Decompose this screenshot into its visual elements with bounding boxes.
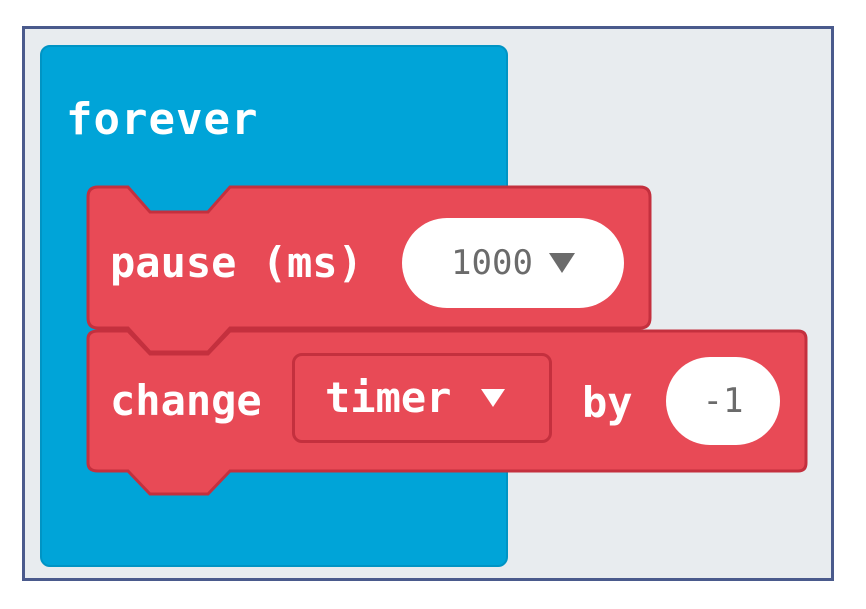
change-label: change [110,376,262,425]
triangle-down-icon [548,253,575,273]
change-amount-value: -1 [702,381,744,421]
change-amount-input[interactable]: -1 [666,357,780,445]
pause-duration-dropdown[interactable]: 1000 [402,218,624,308]
pause-label: pause (ms) [110,238,363,287]
triangle-down-icon [481,389,506,407]
pause-duration-value: 1000 [451,243,533,283]
variable-name: timer [325,373,452,422]
by-label: by [582,378,633,427]
variable-dropdown[interactable]: timer [292,353,552,443]
